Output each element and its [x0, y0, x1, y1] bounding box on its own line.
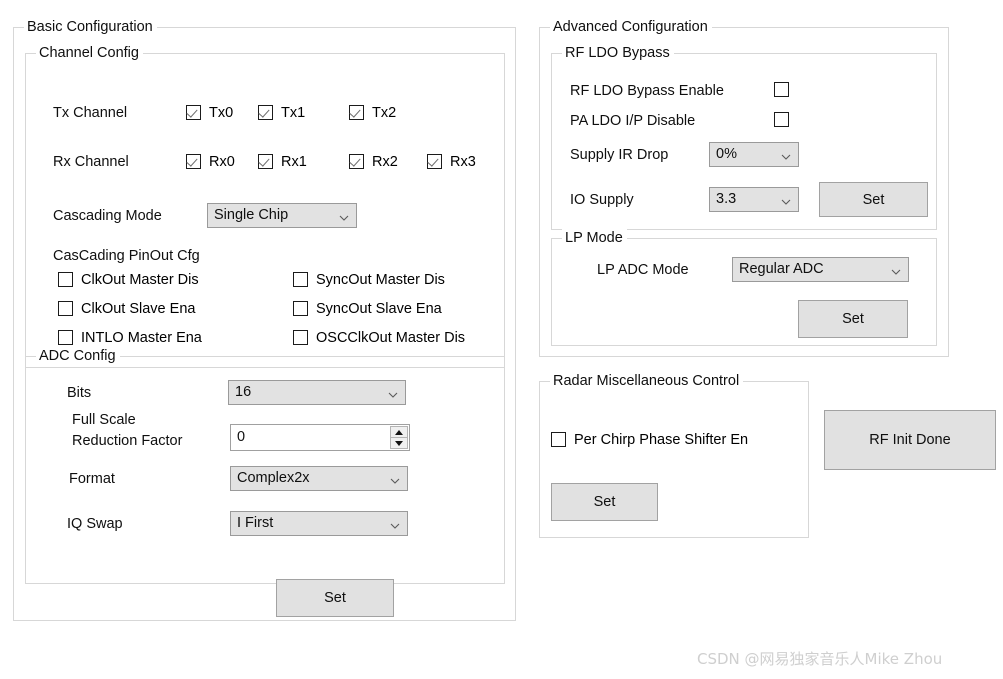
supply-ir-drop-value: 0% [716, 146, 737, 162]
basic-configuration-title: Basic Configuration [24, 18, 157, 36]
checkbox-clkout-master-dis-label: ClkOut Master Dis [81, 272, 199, 288]
checkbox-tx0[interactable] [186, 105, 201, 120]
lp-adc-mode-value: Regular ADC [739, 261, 824, 277]
iq-swap-value: I First [237, 515, 274, 531]
full-scale-reduction-factor-value: 0 [237, 429, 246, 445]
iq-swap-label: IQ Swap [67, 516, 123, 532]
cascading-mode-value: Single Chip [214, 207, 289, 223]
triangle-down-icon [395, 440, 403, 446]
supply-ir-drop-label: Supply IR Drop [570, 147, 669, 163]
checkbox-rx2[interactable] [349, 154, 364, 169]
checkbox-clkout-slave-ena[interactable] [58, 301, 73, 316]
rf-ldo-bypass-title: RF LDO Bypass [562, 44, 674, 62]
cascading-mode-select[interactable]: Single Chip [207, 203, 357, 228]
basic-set-button[interactable]: Set [276, 579, 394, 617]
checkbox-rx0-label: Rx0 [209, 154, 235, 170]
chevron-down-icon [781, 197, 791, 206]
lp-adc-mode-select[interactable]: Regular ADC [732, 257, 909, 282]
chevron-down-icon [388, 390, 398, 399]
advanced-configuration-title: Advanced Configuration [550, 18, 712, 36]
lp-mode-set-button[interactable]: Set [798, 300, 908, 338]
rf-init-done-button[interactable]: RF Init Done [824, 410, 996, 470]
radar-miscellaneous-control-title: Radar Miscellaneous Control [550, 372, 744, 390]
basic-configuration-group: Basic Configuration Channel Config Tx Ch… [13, 18, 516, 621]
csdn-watermark: CSDN @网易独家音乐人Mike Zhou [697, 650, 943, 668]
channel-config-title: Channel Config [36, 44, 143, 62]
checkbox-tx1[interactable] [258, 105, 273, 120]
checkbox-per-chirp-phase-shifter-en-label: Per Chirp Phase Shifter En [574, 432, 749, 448]
triangle-up-icon [395, 429, 403, 435]
checkbox-syncout-slave-ena[interactable] [293, 301, 308, 316]
tx-channel-label: Tx Channel [53, 105, 128, 121]
checkbox-tx2-label: Tx2 [372, 105, 397, 121]
format-label: Format [69, 471, 115, 487]
bits-label: Bits [67, 385, 92, 401]
checkbox-rx3-label: Rx3 [450, 154, 476, 170]
cascading-pinout-label: CasCading PinOut Cfg [53, 248, 200, 264]
radar-misc-set-button[interactable]: Set [551, 483, 658, 521]
checkbox-tx1-label: Tx1 [281, 105, 306, 121]
bits-select[interactable]: 16 [228, 380, 406, 405]
rf-ldo-bypass-set-button[interactable]: Set [819, 182, 928, 217]
rf-ldo-bypass-group: RF LDO Bypass RF LDO Bypass Enable PA LD… [551, 44, 937, 230]
checkbox-oscclkout-master-dis[interactable] [293, 330, 308, 345]
rf-ldo-bypass-enable-label: RF LDO Bypass Enable [570, 83, 724, 99]
advanced-configuration-group: Advanced Configuration RF LDO Bypass RF … [539, 18, 949, 357]
checkbox-pa-ldo-ip-disable[interactable] [774, 112, 789, 127]
chevron-down-icon [390, 476, 400, 485]
bits-value: 16 [235, 384, 252, 400]
checkbox-oscclkout-master-dis-label: OSCClkOut Master Dis [316, 330, 466, 346]
checkbox-rx2-label: Rx2 [372, 154, 398, 170]
rx-channel-label: Rx Channel [53, 154, 129, 170]
checkbox-rx1-label: Rx1 [281, 154, 307, 170]
cascading-mode-label: Cascading Mode [53, 208, 162, 224]
io-supply-value: 3.3 [716, 191, 737, 207]
checkbox-tx2[interactable] [349, 105, 364, 120]
channel-config-group: Channel Config Tx Channel Tx0 Tx1 Tx2 Rx… [25, 44, 505, 368]
radar-miscellaneous-control-group: Radar Miscellaneous Control Per Chirp Ph… [539, 372, 809, 538]
checkbox-clkout-slave-ena-label: ClkOut Slave Ena [81, 301, 196, 317]
io-supply-select[interactable]: 3.3 [709, 187, 799, 212]
lp-mode-title: LP Mode [562, 229, 627, 247]
supply-ir-drop-select[interactable]: 0% [709, 142, 799, 167]
checkbox-per-chirp-phase-shifter-en[interactable] [551, 432, 566, 447]
pa-ldo-ip-disable-label: PA LDO I/P Disable [570, 113, 696, 129]
checkbox-clkout-master-dis[interactable] [58, 272, 73, 287]
lp-mode-group: LP Mode LP ADC Mode Regular ADC Set [551, 229, 937, 346]
checkbox-rx0[interactable] [186, 154, 201, 169]
full-scale-label-line2: Reduction Factor [72, 433, 183, 449]
format-value: Complex2x [237, 470, 310, 486]
adc-config-group: ADC Config Bits 16 Full Scale Reduction … [25, 347, 505, 584]
lp-adc-mode-label: LP ADC Mode [597, 262, 689, 278]
chevron-down-icon [891, 267, 901, 276]
format-select[interactable]: Complex2x [230, 466, 408, 491]
checkbox-intlo-master-ena-label: INTLO Master Ena [81, 330, 202, 346]
checkbox-intlo-master-ena[interactable] [58, 330, 73, 345]
full-scale-reduction-factor-stepper[interactable]: 0 [230, 424, 410, 451]
stepper-up-button[interactable] [390, 426, 408, 438]
checkbox-syncout-master-dis-label: SyncOut Master Dis [316, 272, 445, 288]
chevron-down-icon [390, 521, 400, 530]
checkbox-rx1[interactable] [258, 154, 273, 169]
full-scale-label-line1: Full Scale [72, 412, 136, 428]
checkbox-tx0-label: Tx0 [209, 105, 234, 121]
adc-config-title: ADC Config [36, 347, 120, 365]
checkbox-syncout-master-dis[interactable] [293, 272, 308, 287]
chevron-down-icon [339, 213, 349, 222]
stepper-buttons[interactable] [390, 426, 408, 449]
io-supply-label: IO Supply [570, 192, 634, 208]
iq-swap-select[interactable]: I First [230, 511, 408, 536]
checkbox-rx3[interactable] [427, 154, 442, 169]
checkbox-syncout-slave-ena-label: SyncOut Slave Ena [316, 301, 442, 317]
stepper-down-button[interactable] [390, 438, 408, 449]
chevron-down-icon [781, 152, 791, 161]
checkbox-rf-ldo-bypass-enable[interactable] [774, 82, 789, 97]
